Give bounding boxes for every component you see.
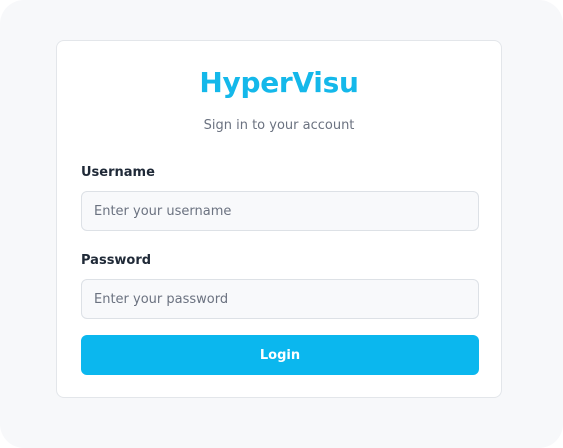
- brand-logo-text: HyperVisu: [199, 66, 359, 99]
- page-background: HyperVisu Sign in to your account Userna…: [0, 0, 563, 448]
- password-label: Password: [81, 253, 152, 268]
- login-button[interactable]: Login: [81, 335, 479, 375]
- password-input[interactable]: [81, 279, 479, 319]
- login-card: HyperVisu Sign in to your account Userna…: [56, 40, 502, 398]
- username-label: Username: [81, 165, 155, 180]
- sign-in-subtitle: Sign in to your account: [203, 118, 355, 133]
- username-input[interactable]: [81, 191, 479, 231]
